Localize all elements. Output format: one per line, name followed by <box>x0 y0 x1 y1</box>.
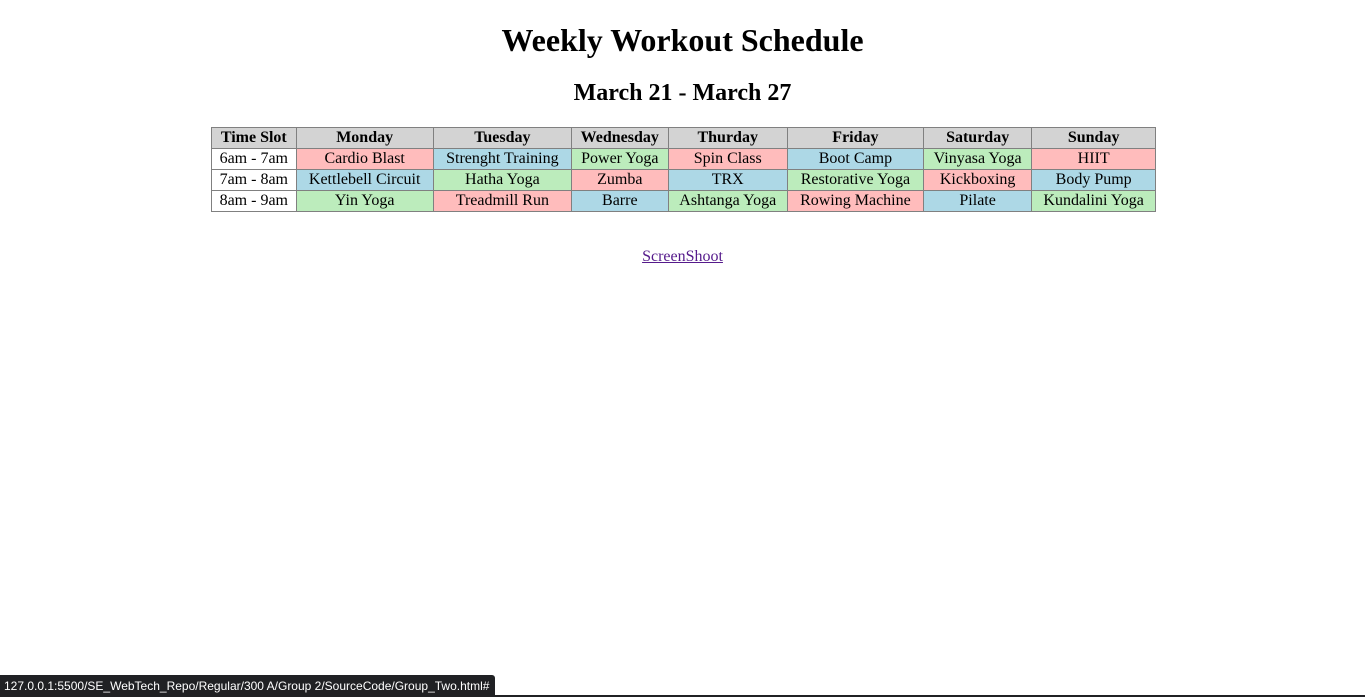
class-cell: Body Pump <box>1031 169 1156 191</box>
table-row: 6am - 7am Cardio Blast Strenght Training… <box>211 148 1156 170</box>
class-cell: Ashtanga Yoga <box>667 190 788 212</box>
class-cell: Kundalini Yoga <box>1031 190 1156 212</box>
class-cell: HIIT <box>1031 148 1156 170</box>
class-cell: Rowing Machine <box>786 190 924 212</box>
class-cell: TRX <box>667 169 788 191</box>
header-time-slot: Time Slot <box>211 127 297 149</box>
page-title: Weekly Workout Schedule <box>501 22 864 58</box>
class-cell: Cardio Blast <box>295 148 434 170</box>
header-friday: Friday <box>786 127 924 149</box>
header-sunday: Sunday <box>1031 127 1156 149</box>
date-range-subtitle: March 21 - March 27 <box>573 80 792 106</box>
class-cell: Kickboxing <box>922 169 1033 191</box>
class-cell: Power Yoga <box>571 148 669 170</box>
status-bar-url: 127.0.0.1:5500/SE_WebTech_Repo/Regular/3… <box>0 675 496 697</box>
table-row: 7am - 8am Kettlebell Circuit Hatha Yoga … <box>211 169 1156 191</box>
class-cell: Kettlebell Circuit <box>295 169 434 191</box>
header-monday: Monday <box>295 127 434 149</box>
class-cell: Restorative Yoga <box>786 169 924 191</box>
screenshoot-link[interactable]: ScreenShoot <box>0 248 1365 266</box>
time-slot-cell: 8am - 9am <box>211 190 297 212</box>
class-cell: Boot Camp <box>786 148 924 170</box>
class-cell: Strenght Training <box>432 148 573 170</box>
class-cell: Zumba <box>571 169 669 191</box>
class-cell: Vinyasa Yoga <box>922 148 1033 170</box>
class-cell: Yin Yoga <box>295 190 434 212</box>
header-wednesday: Wednesday <box>571 127 669 149</box>
time-slot-cell: 6am - 7am <box>211 148 297 170</box>
header-thursday: Thurday <box>667 127 788 149</box>
table-header-row: Time Slot Monday Tuesday Wednesday Thurd… <box>211 127 1156 149</box>
class-cell: Spin Class <box>667 148 788 170</box>
class-cell: Hatha Yoga <box>432 169 573 191</box>
screenshoot-link-label[interactable]: ScreenShoot <box>642 248 723 265</box>
workout-schedule-table: Time Slot Monday Tuesday Wednesday Thurd… <box>211 127 1156 212</box>
class-cell: Pilate <box>922 190 1033 212</box>
time-slot-cell: 7am - 8am <box>211 169 297 191</box>
header-tuesday: Tuesday <box>432 127 573 149</box>
table-row: 8am - 9am Yin Yoga Treadmill Run Barre A… <box>211 190 1156 212</box>
class-cell: Treadmill Run <box>432 190 573 212</box>
class-cell: Barre <box>571 190 669 212</box>
header-saturday: Saturday <box>922 127 1033 149</box>
